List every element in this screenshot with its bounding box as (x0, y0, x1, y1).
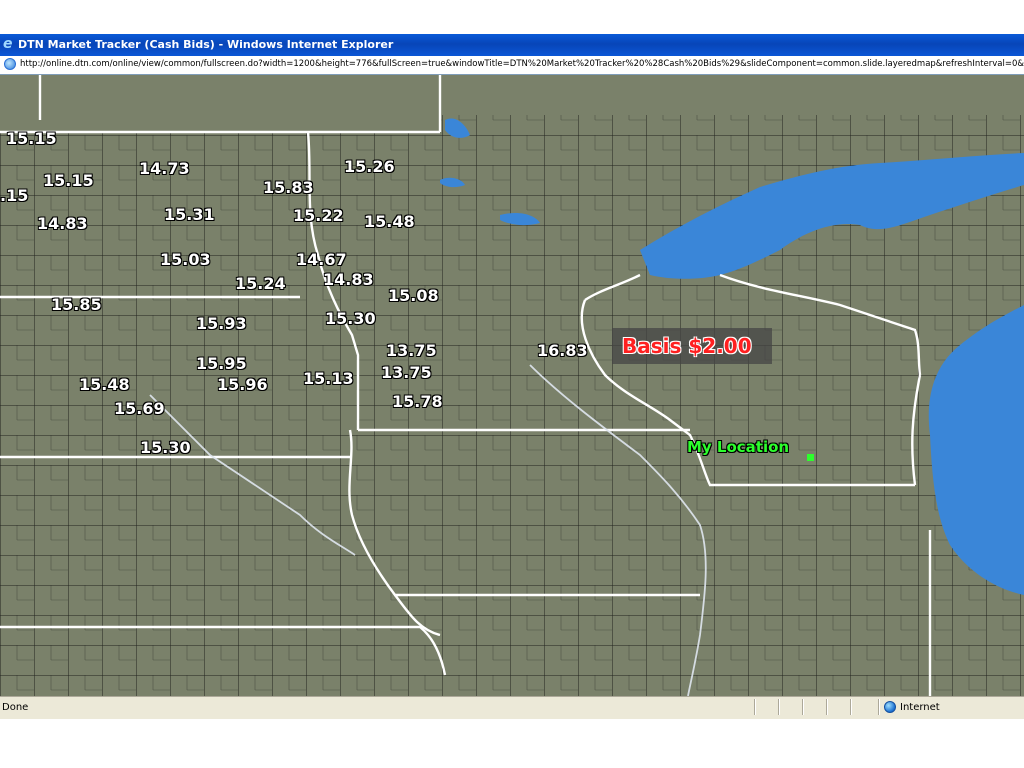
cash-bid-price-label: 15.31 (164, 205, 215, 224)
cash-bid-price-label: 15.26 (344, 157, 395, 176)
status-divider (802, 699, 804, 715)
cash-bid-price-label: 15.22 (293, 206, 344, 225)
cash-bid-price-label: 15.95 (196, 354, 247, 373)
cash-bid-price-label: 15.08 (388, 286, 439, 305)
cash-bid-price-label: 15.48 (364, 212, 415, 231)
status-bar: Done Internet (0, 696, 1024, 719)
cash-bid-price-label: 15.69 (114, 399, 165, 418)
basis-panel: Basis $2.00 (612, 328, 772, 364)
cash-bid-price-label: 15.96 (217, 375, 268, 394)
cash-bid-price-label: 13.75 (381, 363, 432, 382)
status-divider (826, 699, 828, 715)
cash-bid-price-label: 16.83 (537, 341, 588, 360)
address-bar[interactable]: http://online.dtn.com/online/view/common… (0, 56, 1024, 75)
security-zone-label: Internet (900, 702, 940, 713)
cash-bid-price-label: 15.03 (160, 250, 211, 269)
cash-bid-price-label: 15.15 (43, 171, 94, 190)
browser-window: e DTN Market Tracker (Cash Bids) - Windo… (0, 34, 1024, 719)
my-location-marker[interactable] (807, 454, 814, 461)
window-title: DTN Market Tracker (Cash Bids) - Windows… (18, 38, 394, 51)
page-icon (4, 58, 16, 70)
cash-bid-price-label: 14.83 (323, 270, 374, 289)
cash-bid-price-label: 15.48 (79, 375, 130, 394)
internet-explorer-icon: e (3, 36, 13, 52)
cash-bid-price-label: 14.73 (139, 159, 190, 178)
status-divider (878, 699, 880, 715)
status-divider (754, 699, 756, 715)
cash-bid-price-label: 15.93 (196, 314, 247, 333)
cash-bid-price-label: 15.85 (51, 295, 102, 314)
internet-zone-icon (884, 701, 896, 713)
cash-bid-price-label: 15.83 (263, 178, 314, 197)
market-map[interactable]: 15.15 15.15 .15 14.83 14.73 15.31 15.03 15.83 15… (0, 75, 1024, 696)
status-divider (778, 699, 780, 715)
my-location-label: My Location (687, 438, 790, 456)
cash-bid-price-label: 15.30 (325, 309, 376, 328)
cash-bid-price-label: 14.83 (37, 214, 88, 233)
basis-label: Basis $2.00 (622, 334, 752, 358)
cash-bid-price-label: 15.24 (235, 274, 286, 293)
status-divider (850, 699, 852, 715)
cash-bid-price-label: 13.75 (386, 341, 437, 360)
cash-bid-price-label: 15.13 (303, 369, 354, 388)
cash-bid-price-label: 15.30 (140, 438, 191, 457)
cash-bid-price-label: .15 (0, 186, 29, 205)
title-bar[interactable]: e DTN Market Tracker (Cash Bids) - Windo… (0, 34, 1024, 56)
url-text[interactable]: http://online.dtn.com/online/view/common… (20, 59, 1024, 69)
cash-bid-price-label: 14.67 (296, 250, 347, 269)
cash-bid-price-label: 15.78 (392, 392, 443, 411)
cash-bid-price-label: 15.15 (6, 129, 57, 148)
status-text: Done (2, 702, 29, 713)
